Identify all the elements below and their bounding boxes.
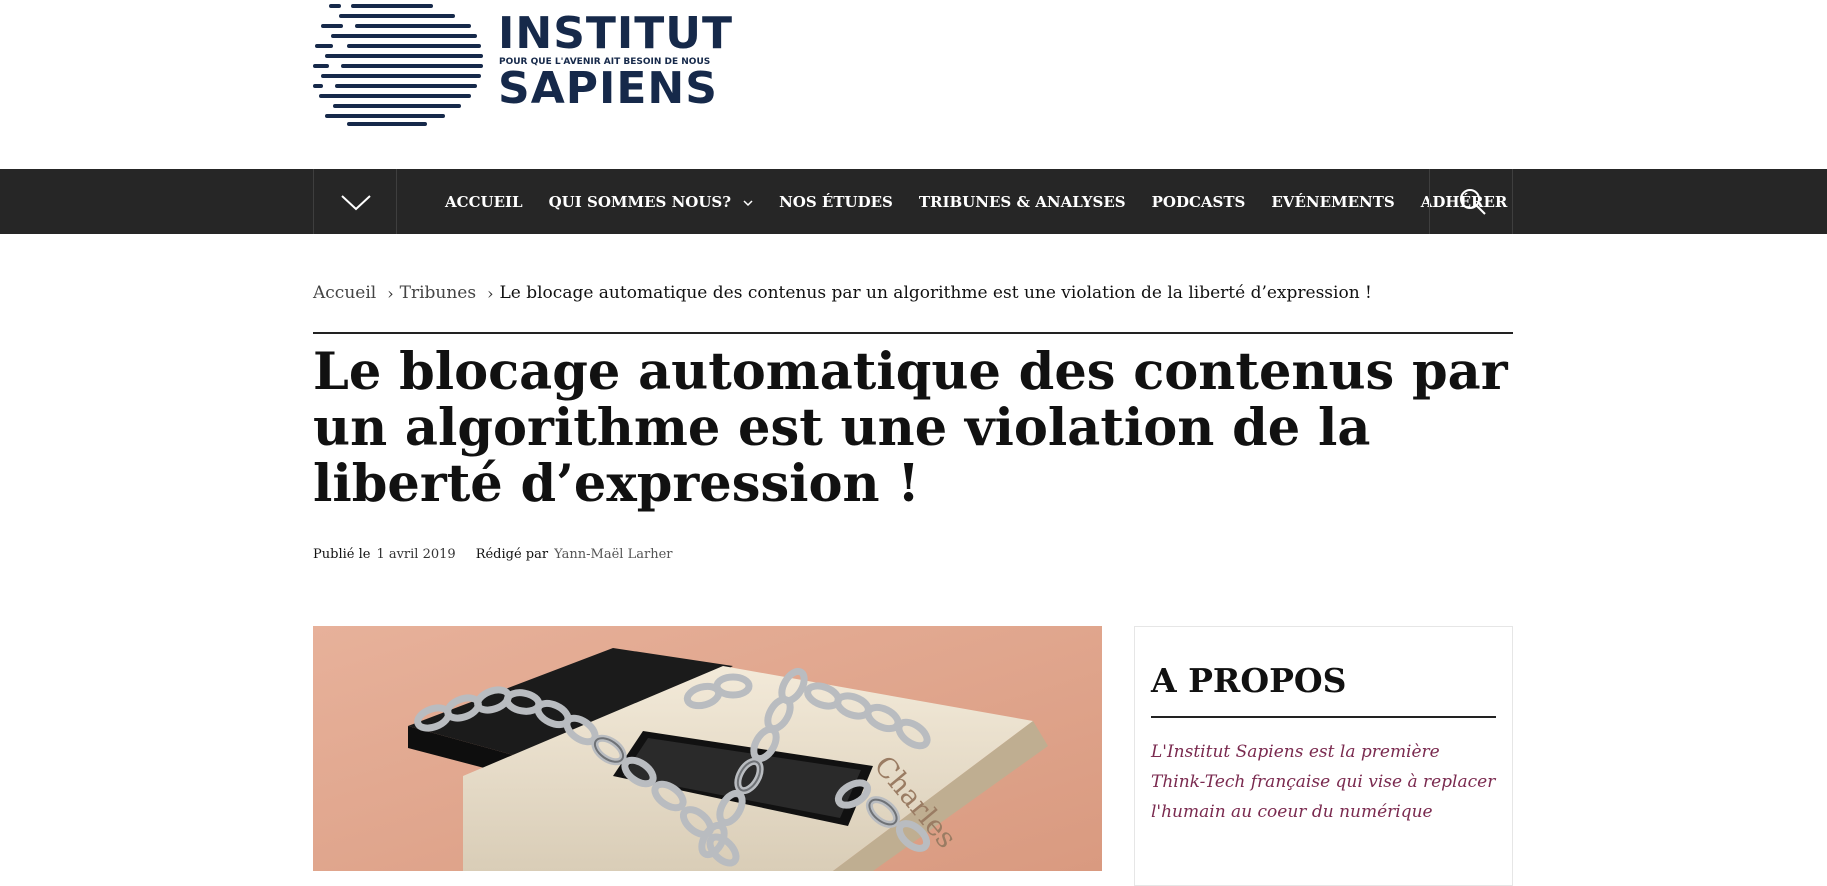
published-date: 1 avril 2019 xyxy=(376,547,456,562)
sidebar-about-text: L'Institut Sapiens est la première Think… xyxy=(1151,742,1496,822)
search-button[interactable] xyxy=(1429,169,1513,234)
breadcrumb-section-link[interactable]: Tribunes xyxy=(400,283,476,303)
nav-item-label: TRIBUNES & ANALYSES xyxy=(918,192,1126,211)
breadcrumb-current: Le blocage automatique des contenus par … xyxy=(499,283,1372,303)
logo-name-bottom: SAPIENS xyxy=(498,63,718,114)
chevron-down-icon xyxy=(341,195,371,211)
nav-item-qui-sommes-nous[interactable]: QUI SOMMES NOUS? xyxy=(549,193,753,211)
nav-item-accueil[interactable]: ACCUEIL xyxy=(445,193,523,211)
chained-book-phone-image: Charles xyxy=(313,626,1102,871)
nav-item-evenements[interactable]: EVÉNEMENTS xyxy=(1271,193,1394,211)
logo-name-top: INSTITUT xyxy=(498,8,734,59)
author-label: Rédigé par xyxy=(475,547,549,562)
nav-item-label: NOS ÉTUDES xyxy=(779,192,893,211)
nav-item-podcasts[interactable]: PODCASTS xyxy=(1152,193,1246,211)
breadcrumb: Accueil › Tribunes › Le blocage automati… xyxy=(313,283,1513,303)
search-icon xyxy=(1460,189,1486,215)
chevron-right-icon: › xyxy=(487,283,494,303)
published-label: Publié le xyxy=(313,547,371,562)
breadcrumb-home-link[interactable]: Accueil xyxy=(313,283,376,303)
nav-item-nos-etudes[interactable]: NOS ÉTUDES xyxy=(779,193,893,211)
breadcrumb-divider xyxy=(313,332,1513,334)
site-logo[interactable]: INSTITUT POUR QUE L'AVENIR AIT BESOIN DE… xyxy=(313,0,732,130)
chevron-right-icon: › xyxy=(387,283,394,303)
navbar-inner: ACCUEIL QUI SOMMES NOUS? NOS ÉTUDES TRIB… xyxy=(313,169,1513,234)
dropdown-caret-icon xyxy=(743,193,753,211)
nav-menu: ACCUEIL QUI SOMMES NOUS? NOS ÉTUDES TRIB… xyxy=(445,169,1533,234)
sidebar-title: A PROPOS xyxy=(1151,661,1347,700)
nav-item-label: PODCASTS xyxy=(1151,192,1246,211)
author-link[interactable]: Yann-Maël Larher xyxy=(554,547,672,562)
article-meta: Publié le 1 avril 2019 Rédigé par Yann-M… xyxy=(313,547,672,562)
sidebar-title-divider xyxy=(1151,716,1496,718)
article-title: Le blocage automatique des contenus par … xyxy=(313,342,1508,514)
sidebar-about-widget: A PROPOS L'Institut Sapiens est la premi… xyxy=(1134,626,1513,886)
nav-item-label: QUI SOMMES NOUS? xyxy=(548,192,732,211)
menu-toggle-button[interactable] xyxy=(313,169,397,234)
nav-item-tribunes-analyses[interactable]: TRIBUNES & ANALYSES xyxy=(919,193,1126,211)
featured-image: Charles xyxy=(313,626,1102,871)
nav-item-label: ACCUEIL xyxy=(445,192,523,211)
logo-stripes-icon xyxy=(313,4,483,126)
main-navbar: ACCUEIL QUI SOMMES NOUS? NOS ÉTUDES TRIB… xyxy=(0,169,1827,234)
nav-item-label: EVÉNEMENTS xyxy=(1271,192,1395,211)
